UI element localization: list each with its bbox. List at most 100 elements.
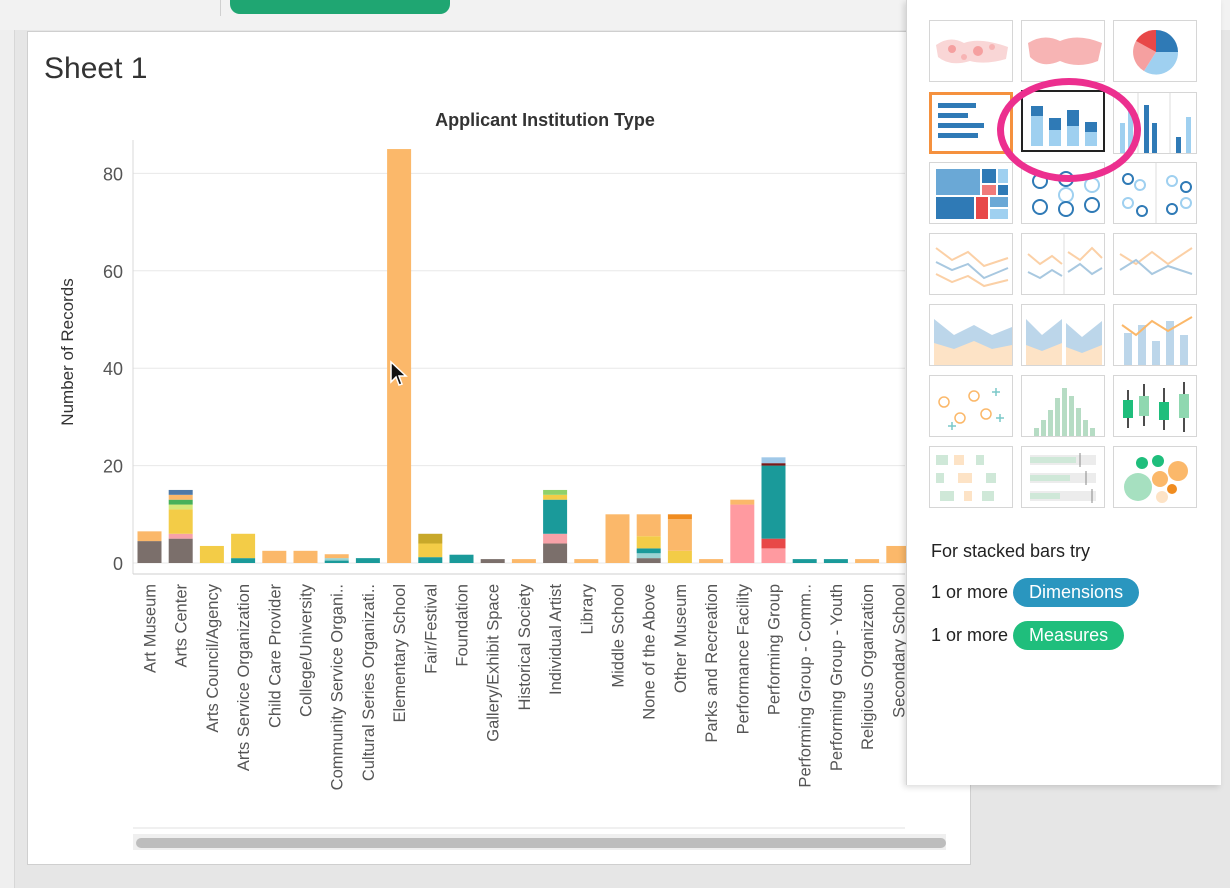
symbol-map-icon bbox=[936, 39, 1008, 64]
bar-segment[interactable] bbox=[231, 533, 256, 559]
box-and-whisker-thumbnail[interactable] bbox=[1113, 375, 1197, 437]
bar-segment[interactable] bbox=[543, 489, 568, 495]
dual-combination-thumbnail[interactable] bbox=[1113, 304, 1197, 366]
scatter-plot-icon bbox=[938, 388, 1004, 430]
x-tick-label: Parks and Recreation bbox=[703, 584, 721, 743]
bar-segment[interactable] bbox=[855, 559, 880, 563]
dual-combination-icon bbox=[1121, 316, 1193, 365]
bar-segment[interactable] bbox=[543, 533, 568, 544]
histogram-thumbnail[interactable] bbox=[1021, 375, 1105, 437]
bar-segment[interactable] bbox=[511, 559, 536, 563]
packed-bubbles-thumbnail[interactable] bbox=[1113, 446, 1197, 508]
lines-continuous-icon bbox=[935, 247, 1009, 288]
bar-segment[interactable] bbox=[168, 533, 193, 539]
bar-segment[interactable] bbox=[636, 514, 661, 537]
bullet-graph-thumbnail[interactable] bbox=[1021, 446, 1105, 508]
y-axis-title: Number of Records bbox=[58, 278, 77, 425]
scrollbar-thumb[interactable] bbox=[136, 838, 946, 848]
bar-segment[interactable] bbox=[636, 548, 661, 554]
bar-segment[interactable] bbox=[480, 559, 505, 563]
area-continuous-thumbnail[interactable] bbox=[929, 304, 1013, 366]
bar-segment[interactable] bbox=[761, 465, 786, 539]
bar-segment[interactable] bbox=[761, 548, 786, 563]
measures-pill: Measures bbox=[1013, 621, 1125, 650]
bar-segment[interactable] bbox=[886, 545, 906, 563]
x-tick-label: College/University bbox=[298, 583, 316, 717]
dual-lines-thumbnail[interactable] bbox=[1113, 233, 1197, 295]
bar-segment[interactable] bbox=[199, 545, 224, 563]
box-and-whisker-icon bbox=[1123, 382, 1189, 432]
mouse-pointer-icon bbox=[390, 360, 408, 386]
bar-segment[interactable] bbox=[761, 463, 786, 466]
bar-segment[interactable] bbox=[636, 553, 661, 559]
bar-segment[interactable] bbox=[574, 559, 599, 563]
symbol-map-thumbnail[interactable] bbox=[929, 20, 1013, 82]
bar-segment[interactable] bbox=[355, 558, 380, 563]
dimensions-pill: Dimensions bbox=[1013, 578, 1140, 607]
bar-segment[interactable] bbox=[761, 538, 786, 549]
bar-segment[interactable] bbox=[636, 536, 661, 549]
bar-segment[interactable] bbox=[667, 514, 692, 520]
lines-continuous-thumbnail[interactable] bbox=[929, 233, 1013, 295]
bar-segment[interactable] bbox=[823, 559, 848, 563]
x-tick-label: Fair/Festival bbox=[422, 584, 440, 674]
side-by-side-circles-thumbnail[interactable] bbox=[1113, 162, 1197, 224]
bar-segment[interactable] bbox=[792, 559, 817, 563]
bar-segment[interactable] bbox=[231, 558, 256, 563]
bar-segment[interactable] bbox=[387, 149, 412, 564]
bar-segment[interactable] bbox=[761, 457, 786, 464]
x-tick-label: Arts Center bbox=[173, 584, 191, 668]
gantt-chart-thumbnail[interactable] bbox=[929, 446, 1013, 508]
bar-segment[interactable] bbox=[667, 550, 692, 563]
x-tick-label: Secondary School bbox=[890, 584, 906, 718]
x-tick-label: Arts Service Organization bbox=[235, 584, 253, 771]
bar-segment[interactable] bbox=[418, 543, 443, 558]
bar-segment[interactable] bbox=[168, 489, 193, 495]
bar-segment[interactable] bbox=[636, 558, 661, 563]
bar-segment[interactable] bbox=[324, 560, 349, 563]
x-tick-label: Historical Society bbox=[516, 583, 534, 710]
x-tick-label: Community Service Organi.. bbox=[329, 584, 347, 790]
x-tick-label: Art Museum bbox=[142, 584, 160, 673]
area-discrete-thumbnail[interactable] bbox=[1021, 304, 1105, 366]
x-tick-label: None of the Above bbox=[641, 584, 659, 720]
bar-segment[interactable] bbox=[730, 504, 755, 563]
bar-segment[interactable] bbox=[418, 557, 443, 563]
y-tick-label: 20 bbox=[103, 457, 123, 477]
bar-segment[interactable] bbox=[449, 554, 474, 563]
bar-segment[interactable] bbox=[543, 494, 568, 500]
x-tick-label: Performance Facility bbox=[734, 583, 752, 734]
bar-segment[interactable] bbox=[605, 514, 630, 563]
bar-segment[interactable] bbox=[543, 499, 568, 534]
bar-segment[interactable] bbox=[293, 550, 318, 563]
bar-segment[interactable] bbox=[699, 559, 724, 563]
bar-segment[interactable] bbox=[324, 554, 349, 559]
bar-segment[interactable] bbox=[262, 550, 287, 563]
treemap-thumbnail[interactable] bbox=[929, 162, 1013, 224]
bullet-graph-icon bbox=[1030, 453, 1096, 503]
dimensions-prefix: 1 or more bbox=[931, 582, 1009, 602]
bar-segment[interactable] bbox=[137, 541, 162, 563]
gantt-chart-icon bbox=[936, 455, 996, 501]
bar-segment[interactable] bbox=[418, 533, 443, 544]
x-tick-label: Gallery/Exhibit Space bbox=[485, 584, 503, 742]
bar-segment[interactable] bbox=[667, 519, 692, 551]
bar-segment[interactable] bbox=[168, 509, 193, 534]
bar-chart[interactable]: 0 20 40 60 80 Number of Records Art Museum Arts… bbox=[0, 0, 906, 888]
x-tick-label: Library bbox=[578, 583, 596, 634]
bar-segment[interactable] bbox=[730, 499, 755, 505]
pie-chart-icon bbox=[1133, 29, 1179, 75]
show-me-hint-title: For stacked bars try bbox=[931, 541, 1091, 561]
scatter-plot-thumbnail[interactable] bbox=[929, 375, 1013, 437]
bar-segment[interactable] bbox=[168, 494, 193, 500]
bar-segment[interactable] bbox=[543, 543, 568, 563]
bar-segment[interactable] bbox=[168, 538, 193, 563]
bar-segment[interactable] bbox=[168, 499, 193, 505]
pie-chart-thumbnail[interactable] bbox=[1113, 20, 1197, 82]
bar-segment[interactable] bbox=[137, 531, 162, 542]
bar-segment[interactable] bbox=[168, 504, 193, 510]
filled-map-thumbnail[interactable] bbox=[1021, 20, 1105, 82]
lines-discrete-thumbnail[interactable] bbox=[1021, 233, 1105, 295]
y-tick-label: 60 bbox=[103, 262, 123, 282]
bar-segment[interactable] bbox=[324, 558, 349, 561]
